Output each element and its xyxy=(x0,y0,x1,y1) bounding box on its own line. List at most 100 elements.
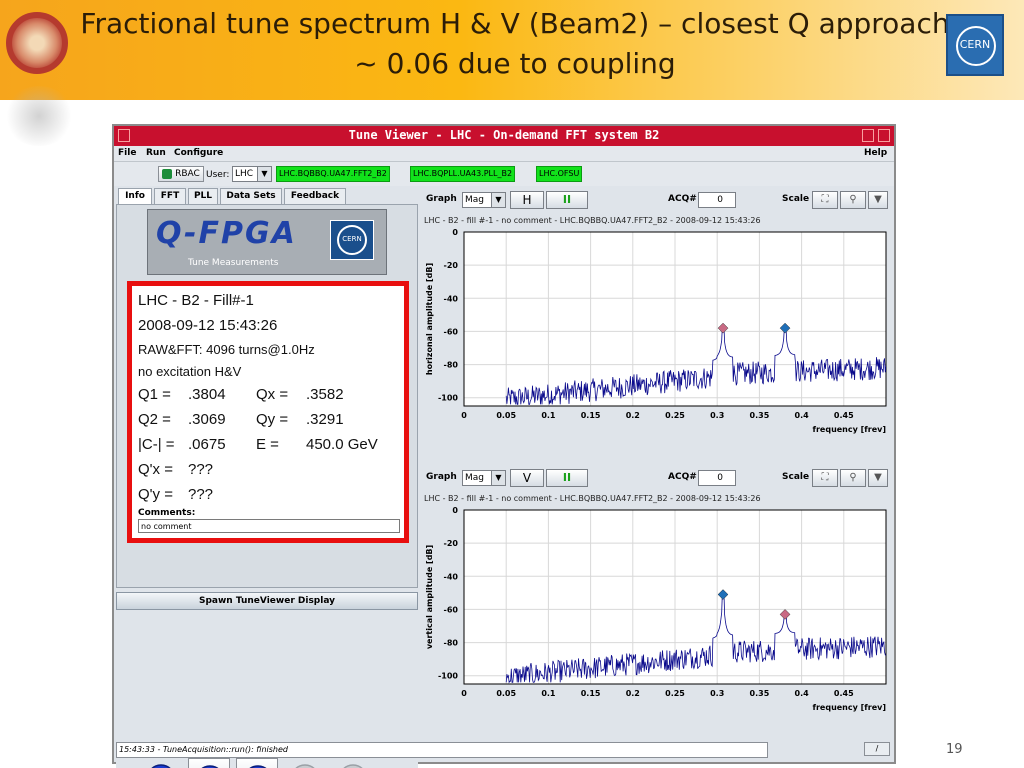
x-tick-label: 0.15 xyxy=(581,689,601,698)
h-pause-button[interactable]: II xyxy=(546,191,588,209)
v-plane-button[interactable]: V xyxy=(510,469,544,487)
x-axis-label: frequency [frev] xyxy=(812,703,886,712)
h-mode-select[interactable]: Mag ▼ xyxy=(462,192,506,208)
institute-logo xyxy=(2,6,74,146)
y-axis-label: vertical amplitude [dB] xyxy=(425,545,434,649)
x-tick-label: 0 xyxy=(461,411,467,420)
h-acq-field[interactable]: 0 xyxy=(698,192,736,208)
spawn-tuneviewer-button[interactable]: Spawn TuneViewer Display xyxy=(116,592,418,610)
maximize-icon[interactable] xyxy=(878,129,890,142)
vertical-spectrum-chart: 0-20-40-60-80-1000 0.05 0.1 0.15 0.2 0.25 0.3 0… xyxy=(425,506,887,712)
y-tick-label: -60 xyxy=(444,327,459,336)
y-tick-label: -100 xyxy=(438,394,458,403)
window-titlebar[interactable]: Tune Viewer - LHC - On-demand FFT system… xyxy=(114,126,894,146)
fast-forward-icon xyxy=(249,765,267,768)
chevron-down-icon: ▼ xyxy=(491,471,505,485)
x-axis-label: frequency [frev] xyxy=(812,425,886,434)
tab-fft[interactable]: FFT xyxy=(154,188,186,204)
status-bar-button[interactable]: / xyxy=(864,742,890,756)
y-tick-label: 0 xyxy=(452,228,458,237)
status-button-label: / xyxy=(875,744,879,753)
h-zoom-button[interactable]: ⚲ xyxy=(840,191,866,209)
qfpga-cern-logo: CERN xyxy=(330,220,374,260)
y-tick-label: -20 xyxy=(444,539,459,548)
h-plane-button[interactable]: H xyxy=(510,191,544,209)
user-select[interactable]: LHC ▼ xyxy=(232,166,272,182)
pause-button[interactable] xyxy=(284,758,326,768)
chevron-down-icon: ▼ xyxy=(491,193,505,207)
y-tick-label: -60 xyxy=(444,605,459,614)
v-pause-button[interactable]: II xyxy=(546,469,588,487)
v-autoscale-button[interactable]: ⛶ xyxy=(812,469,838,487)
h-plot-subtitle: LHC - B2 - fill #-1 - no comment - LHC.B… xyxy=(424,216,761,225)
user-value: LHC xyxy=(235,169,254,179)
fill-info: LHC - B2 - Fill#-1 xyxy=(138,292,254,309)
h-scale-label: Scale xyxy=(782,194,810,204)
timestamp: 2008-09-12 15:43:26 xyxy=(138,317,278,334)
x-tick-label: 0.25 xyxy=(665,689,685,698)
tab-data-sets[interactable]: Data Sets xyxy=(220,188,282,204)
rbac-label: RBAC xyxy=(175,169,200,179)
x-tick-label: 0.3 xyxy=(710,411,724,420)
window-title: Tune Viewer - LHC - On-demand FFT system… xyxy=(348,128,660,142)
y-tick-label: -80 xyxy=(444,639,459,648)
y-tick-label: -80 xyxy=(444,361,459,370)
device-chip-fft[interactable]: LHC.BQBBQ.UA47.FFT2_B2 xyxy=(276,166,390,182)
user-label: User: xyxy=(206,170,230,180)
menu-run[interactable]: Run xyxy=(146,148,166,158)
step-forward-icon xyxy=(151,764,171,768)
h-mode-value: Mag xyxy=(465,195,484,205)
x-tick-label: 0.35 xyxy=(750,689,770,698)
fast-forward-button[interactable] xyxy=(236,758,278,768)
y-axis-label: horizonal amplitude [dB] xyxy=(425,263,434,375)
q1-value: .3804 xyxy=(188,386,226,403)
tab-info[interactable]: Info xyxy=(118,188,152,204)
chroma-y-label: Q'y = xyxy=(138,486,173,503)
v-zoom-button[interactable]: ⚲ xyxy=(840,469,866,487)
tune-viewer-window: Tune Viewer - LHC - On-demand FFT system… xyxy=(112,124,896,768)
left-panel: Info FFT PLL Data Sets Feedback Q-FPGA T… xyxy=(116,188,418,768)
device-chip-pll[interactable]: LHC.BQPLL.UA43.PLL_B2 xyxy=(410,166,516,182)
tab-feedback[interactable]: Feedback xyxy=(284,188,346,204)
play-button[interactable] xyxy=(188,758,230,768)
chroma-x-value: ??? xyxy=(188,461,214,478)
x-tick-label: 0 xyxy=(461,689,467,698)
v-scale-label: Scale xyxy=(782,472,810,482)
v-mode-select[interactable]: Mag ▼ xyxy=(462,470,506,486)
x-tick-label: 0.45 xyxy=(834,689,854,698)
menu-help[interactable]: Help xyxy=(864,148,887,158)
coupling-value: .0675 xyxy=(188,436,226,453)
chevron-down-icon: ▼ xyxy=(257,167,271,181)
comment-field[interactable] xyxy=(138,519,400,533)
v-plot-subtitle: LHC - B2 - fill #-1 - no comment - LHC.B… xyxy=(424,494,761,503)
qy-label: Qy = xyxy=(256,411,289,428)
v-acq-field[interactable]: 0 xyxy=(698,470,736,486)
v-scale-menu-button[interactable]: ▼ xyxy=(868,469,888,487)
stop-button[interactable] xyxy=(332,758,374,768)
v-mode-value: Mag xyxy=(465,473,484,483)
menu-file[interactable]: File xyxy=(118,148,136,158)
v-acq-label: ACQ# xyxy=(668,472,697,482)
zoom-icon: ⚲ xyxy=(849,194,857,205)
device-chip-ofsu[interactable]: LHC.OFSU xyxy=(536,166,583,182)
tab-pll[interactable]: PLL xyxy=(188,188,218,204)
v-graph-label: Graph xyxy=(426,472,457,482)
step-forward-button[interactable] xyxy=(140,758,182,768)
autoscale-icon: ⛶ xyxy=(821,194,829,205)
minimize-icon[interactable] xyxy=(862,129,874,142)
menu-configure[interactable]: Configure xyxy=(174,148,223,158)
y-tick-label: -20 xyxy=(444,261,459,270)
x-tick-label: 0.05 xyxy=(496,411,516,420)
slide-number: 19 xyxy=(946,742,963,757)
h-scale-menu-button[interactable]: ▼ xyxy=(868,191,888,209)
h-autoscale-button[interactable]: ⛶ xyxy=(812,191,838,209)
y-tick-label: -100 xyxy=(438,672,458,681)
h-acq-value: 0 xyxy=(717,195,723,205)
x-tick-label: 0.4 xyxy=(795,411,810,420)
q2-value: .3069 xyxy=(188,411,226,428)
v-acq-value: 0 xyxy=(717,473,723,483)
stop-icon xyxy=(343,764,363,768)
rbac-button[interactable]: RBAC xyxy=(158,166,204,182)
x-tick-label: 0.3 xyxy=(710,689,724,698)
menubar: File Run Configure Help xyxy=(114,146,894,162)
